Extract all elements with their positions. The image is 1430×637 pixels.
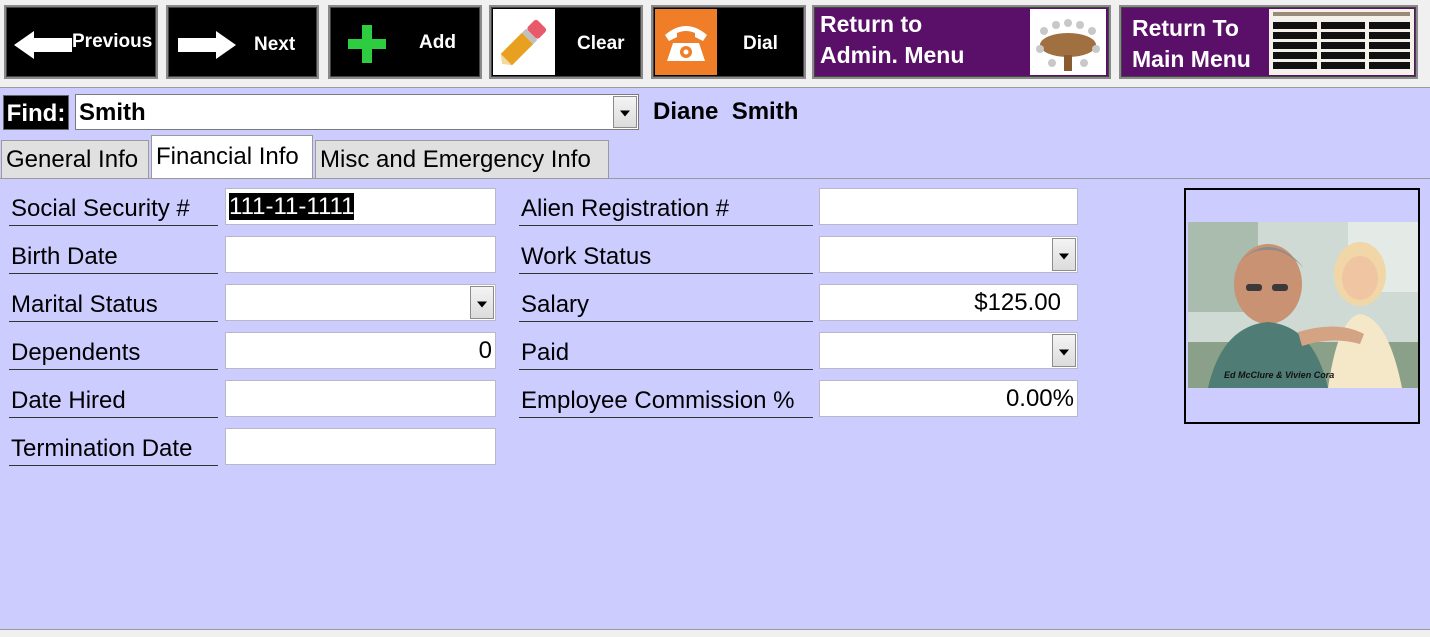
salary-field[interactable]: $125.00 xyxy=(819,284,1078,321)
main-menu-thumbnail-icon xyxy=(1269,9,1414,75)
salary-label: Salary xyxy=(519,284,813,322)
clear-button[interactable]: Clear xyxy=(489,5,643,79)
dependents-field[interactable]: 0 xyxy=(225,332,496,369)
dependents-label: Dependents xyxy=(9,332,218,370)
chevron-down-icon[interactable] xyxy=(1052,238,1076,271)
find-value[interactable]: Smith xyxy=(79,95,146,130)
ssn-value: 111-11-1111 xyxy=(229,193,355,220)
next-label: Next xyxy=(254,34,296,55)
status-strip xyxy=(0,629,1430,637)
find-label: Find: xyxy=(3,95,69,130)
ssn-label: Social Security # xyxy=(9,188,218,226)
photo-caption: Ed McClure & Vivien Cora xyxy=(1224,370,1335,380)
conference-table-icon xyxy=(1030,9,1106,75)
tab-misc-and-emergency-info[interactable]: Misc and Emergency Info xyxy=(315,140,609,178)
return-admin-line1: Return to xyxy=(820,11,923,37)
employee-photo-frame: Ed McClure & Vivien Cora xyxy=(1184,188,1420,424)
dial-label: Dial xyxy=(743,33,778,54)
marital-status-label: Marital Status xyxy=(9,284,218,322)
paid-label: Paid xyxy=(519,332,813,370)
find-combobox[interactable]: Smith xyxy=(75,94,639,130)
alien-registration-field[interactable] xyxy=(819,188,1078,225)
marital-status-select[interactable] xyxy=(225,284,496,321)
tab-financial-info[interactable]: Financial Info xyxy=(151,135,313,179)
dial-button[interactable]: Dial xyxy=(651,5,806,79)
tab-general-info[interactable]: General Info xyxy=(1,140,149,178)
photo-image xyxy=(1188,222,1418,388)
date-hired-field[interactable] xyxy=(225,380,496,417)
eraser-icon xyxy=(493,9,555,75)
add-label: Add xyxy=(419,32,456,53)
employee-photo: Ed McClure & Vivien Cora xyxy=(1188,222,1418,388)
employee-commission-label: Employee Commission % xyxy=(519,380,813,418)
previous-label: Previous xyxy=(72,31,153,52)
next-button[interactable]: Next xyxy=(166,5,319,79)
add-button[interactable]: Add xyxy=(328,5,482,79)
chevron-down-icon[interactable] xyxy=(613,96,637,128)
return-to-admin-menu-button[interactable]: Return to Admin. Menu xyxy=(812,5,1111,79)
work-status-select[interactable] xyxy=(819,236,1078,273)
birth-date-label: Birth Date xyxy=(9,236,218,274)
telephone-icon xyxy=(655,9,717,75)
alien-registration-label: Alien Registration # xyxy=(519,188,813,226)
return-main-line1: Return To xyxy=(1132,15,1239,41)
chevron-down-icon[interactable] xyxy=(1052,334,1076,367)
arrow-right-icon xyxy=(178,31,236,59)
chevron-down-icon[interactable] xyxy=(470,286,494,319)
birth-date-field[interactable] xyxy=(225,236,496,273)
employee-commission-field[interactable]: 0.00% xyxy=(819,380,1078,417)
ssn-field[interactable]: 111-11-1111 xyxy=(225,188,496,225)
person-display-name: Diane Smith xyxy=(653,98,799,125)
paid-select[interactable] xyxy=(819,332,1078,369)
work-status-label: Work Status xyxy=(519,236,813,274)
arrow-left-icon xyxy=(14,31,72,59)
return-main-line2: Main Menu xyxy=(1132,46,1251,72)
previous-button[interactable]: Previous xyxy=(4,5,158,79)
termination-date-field[interactable] xyxy=(225,428,496,465)
plus-icon xyxy=(348,25,386,63)
return-to-main-menu-button[interactable]: Return To Main Menu xyxy=(1119,5,1418,79)
date-hired-label: Date Hired xyxy=(9,380,218,418)
return-admin-line2: Admin. Menu xyxy=(820,42,965,68)
clear-label: Clear xyxy=(577,33,625,54)
toolbar: Previous Next Add Clear Dial Return to A… xyxy=(0,0,1430,88)
termination-date-label: Termination Date xyxy=(9,428,218,466)
